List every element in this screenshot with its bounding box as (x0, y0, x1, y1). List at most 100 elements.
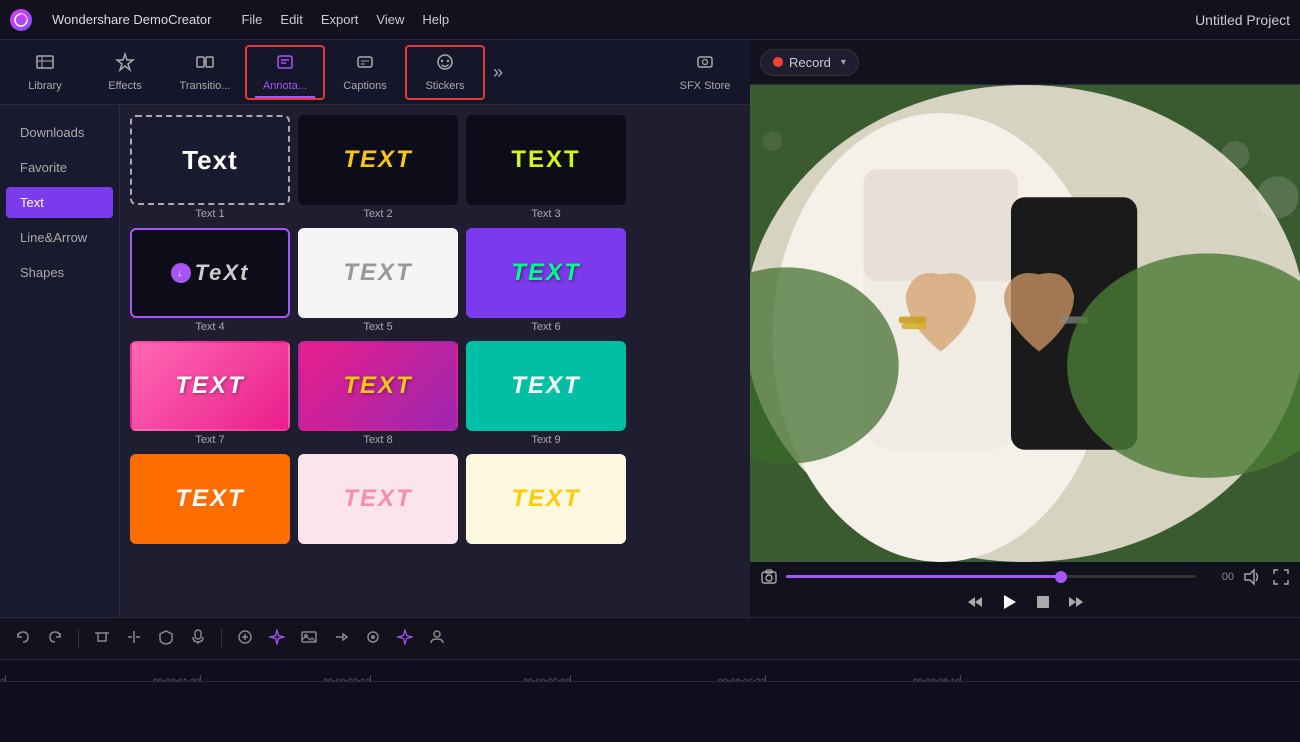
crop-button[interactable] (89, 625, 115, 652)
text8-thumb[interactable]: TEXT (298, 341, 458, 431)
record-label: Record (789, 55, 831, 70)
user-button[interactable] (424, 625, 450, 652)
text6-thumb[interactable]: TEXT (466, 228, 626, 318)
fullscreen-button[interactable] (1272, 568, 1290, 586)
ruler-marks: 00:00:00:00 00:00:01:20 00:00:03:10 00:0… (0, 660, 1300, 681)
timeline-ruler-area: 00:00:00:00 00:00:01:20 00:00:03:10 00:0… (0, 660, 1300, 742)
redo-button[interactable] (42, 625, 68, 652)
text8-label: Text 8 (363, 434, 392, 446)
list-item[interactable]: TEXT Text 6 (466, 228, 626, 333)
captions-icon (355, 52, 375, 77)
annotations-icon (275, 52, 295, 77)
mic-button[interactable] (185, 625, 211, 652)
sidebar-item-shapes[interactable]: Shapes (6, 257, 113, 288)
preview-controls: 00 (750, 562, 1300, 617)
text4-preview: ↓ TeXt (171, 260, 250, 286)
ruler-time-1: 00:00:01:20 (153, 677, 201, 682)
text1-thumb[interactable]: Text (130, 115, 290, 205)
library-icon (35, 52, 55, 77)
tab-captions-label: Captions (343, 80, 386, 92)
split-button[interactable] (121, 625, 147, 652)
text10-thumb[interactable]: TEXT (130, 454, 290, 544)
grid-row-1: Text Text 1 TEXT Text 2 TEXT (130, 115, 740, 220)
text11-thumb[interactable]: TEXT (298, 454, 458, 544)
ruler-mark: 00:00:03:10 (370, 675, 371, 681)
text7-preview: TEXT (175, 372, 244, 400)
sparkle-button[interactable] (264, 625, 290, 652)
tab-effects[interactable]: Effects (85, 45, 165, 100)
progress-bar[interactable] (786, 575, 1196, 578)
text-styles-grid: Text Text 1 TEXT Text 2 TEXT (120, 105, 750, 617)
list-item[interactable]: TEXT (466, 454, 626, 544)
arrow-button[interactable] (328, 625, 354, 652)
stop-button[interactable] (1034, 593, 1052, 611)
menu-help[interactable]: Help (422, 12, 449, 27)
progress-fill (786, 575, 1061, 578)
timeline-ruler: 00:00:00:00 00:00:01:20 00:00:03:10 00:0… (0, 660, 1300, 682)
left-panel: Library Effects Transiti (0, 40, 750, 617)
menu-bar: Wondershare DemoCreator File Edit Export… (0, 0, 1300, 40)
image-button[interactable] (296, 625, 322, 652)
ruler-time-4: 00:00:06:20 (718, 677, 766, 682)
text2-preview: TEXT (343, 146, 412, 174)
progress-thumb[interactable] (1055, 571, 1067, 583)
tab-transitions[interactable]: Transitio... (165, 45, 245, 100)
text3-thumb[interactable]: TEXT (466, 115, 626, 205)
list-item[interactable]: TEXT Text 5 (298, 228, 458, 333)
toolbar-tabs: Library Effects Transiti (0, 40, 750, 105)
record-timeline-button[interactable] (360, 625, 386, 652)
menu-edit[interactable]: Edit (280, 12, 302, 27)
text5-thumb[interactable]: TEXT (298, 228, 458, 318)
list-item[interactable]: TEXT Text 8 (298, 341, 458, 446)
sidebar-item-text[interactable]: Text (6, 187, 113, 218)
list-item[interactable]: ↓ TeXt Text 4 (130, 228, 290, 333)
undo-button[interactable] (10, 625, 36, 652)
transitions-icon (195, 52, 215, 77)
ruler-mark: 00:00:05:00 (570, 675, 571, 681)
stickers-icon (435, 52, 455, 77)
tab-sfx-label: SFX Store (680, 80, 731, 92)
menu-file[interactable]: File (241, 12, 262, 27)
tab-stickers-label: Stickers (425, 80, 464, 92)
sidebar: Downloads Favorite Text Line&Arrow Shape… (0, 105, 120, 617)
forward-button[interactable] (1067, 593, 1085, 611)
text4-thumb[interactable]: ↓ TeXt (130, 228, 290, 318)
ruler-time-0: 00:00:00:00 (0, 677, 6, 682)
list-item[interactable]: TEXT Text 3 (466, 115, 626, 220)
play-button[interactable] (999, 592, 1019, 612)
menu-view[interactable]: View (376, 12, 404, 27)
rewind-button[interactable] (966, 593, 984, 611)
tab-sfx[interactable]: SFX Store (665, 45, 745, 100)
text1-preview: Text (182, 145, 238, 176)
tab-captions[interactable]: Captions (325, 45, 405, 100)
sidebar-item-favorite[interactable]: Favorite (6, 152, 113, 183)
text9-thumb[interactable]: TEXT (466, 341, 626, 431)
list-item[interactable]: Text Text 1 (130, 115, 290, 220)
list-item[interactable]: TEXT Text 2 (298, 115, 458, 220)
volume-button[interactable] (1242, 568, 1260, 586)
menu-export[interactable]: Export (321, 12, 359, 27)
tab-annotations[interactable]: Annota... (245, 45, 325, 100)
text2-thumb[interactable]: TEXT (298, 115, 458, 205)
shield-button[interactable] (153, 625, 179, 652)
more-tabs-button[interactable]: » (485, 62, 511, 83)
list-item[interactable]: TEXT Text 7 (130, 341, 290, 446)
tab-library[interactable]: Library (5, 45, 85, 100)
list-item[interactable]: TEXT Text 9 (466, 341, 626, 446)
add-media-button[interactable] (232, 625, 258, 652)
tab-stickers[interactable]: Stickers (405, 45, 485, 100)
sparkle2-button[interactable] (392, 625, 418, 652)
sidebar-item-line-arrow[interactable]: Line&Arrow (6, 222, 113, 253)
text7-label: Text 7 (195, 434, 224, 446)
text12-thumb[interactable]: TEXT (466, 454, 626, 544)
ruler-time-5: 00:00:08:10 (913, 677, 961, 682)
text7-thumb[interactable]: TEXT (130, 341, 290, 431)
text4-label: Text 4 (195, 321, 224, 333)
record-button[interactable]: Record ▾ (760, 49, 859, 76)
list-item[interactable]: TEXT (298, 454, 458, 544)
progress-bar-wrap: 00 (760, 568, 1290, 586)
screenshot-button[interactable] (760, 568, 778, 586)
sidebar-item-downloads[interactable]: Downloads (6, 117, 113, 148)
effects-icon (115, 52, 135, 77)
list-item[interactable]: TEXT (130, 454, 290, 544)
